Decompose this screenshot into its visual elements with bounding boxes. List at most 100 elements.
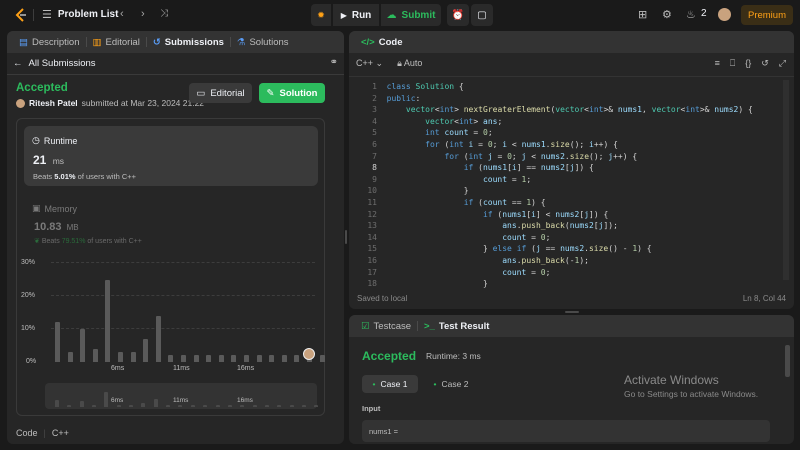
settings-gear-icon[interactable]: ⚙ bbox=[662, 8, 672, 21]
leetcode-logo-icon[interactable] bbox=[14, 8, 28, 22]
chart-bar[interactable] bbox=[67, 352, 73, 362]
all-submissions-link[interactable]: ← All Submissions bbox=[13, 58, 96, 69]
result-scrollbar[interactable] bbox=[785, 345, 790, 377]
author-avatar[interactable] bbox=[16, 98, 25, 108]
code-line[interactable]: 13 ans.push_back(nums2[j]); bbox=[349, 220, 794, 232]
chart-bar[interactable] bbox=[155, 315, 161, 362]
author-name[interactable]: Ritesh Patel bbox=[29, 98, 78, 108]
chart-bar[interactable] bbox=[256, 355, 262, 362]
code-line[interactable]: 10 } bbox=[349, 185, 794, 197]
chart-bar[interactable] bbox=[294, 355, 300, 362]
code-line[interactable]: 17 count = 0; bbox=[349, 267, 794, 279]
prev-problem-icon[interactable]: ‹ bbox=[120, 8, 124, 20]
tab-test-result[interactable]: >_ Test Result bbox=[420, 321, 493, 332]
problem-list-link[interactable]: ☰ Problem List bbox=[42, 8, 118, 21]
format-icon[interactable]: ≡ bbox=[715, 58, 720, 69]
code-line[interactable]: 5 int count = 0; bbox=[349, 127, 794, 139]
runtime-card[interactable]: ◷ Runtime 21 ms Beats 5.01% of users wit… bbox=[24, 126, 318, 186]
code-line[interactable]: 18 } bbox=[349, 278, 794, 290]
submit-button[interactable]: ☁ Submit bbox=[381, 4, 441, 26]
chart-bar[interactable] bbox=[206, 355, 212, 362]
chart-bar[interactable] bbox=[181, 355, 186, 362]
beats-suffix: of users with C++ bbox=[77, 172, 137, 181]
code-token: for bbox=[425, 139, 445, 149]
code-line[interactable]: 9 count = 1; bbox=[349, 174, 794, 186]
resize-handle[interactable] bbox=[345, 230, 347, 244]
code-token: = bbox=[507, 174, 522, 184]
code-line[interactable]: 2 public: bbox=[349, 93, 794, 105]
code-line[interactable]: 11 if (count == 1) { bbox=[349, 197, 794, 209]
layout-grid-icon[interactable]: ⊞ bbox=[638, 8, 647, 21]
chart-bar[interactable] bbox=[193, 355, 199, 362]
autocomplete-mode[interactable]: 🔒︎ Auto bbox=[397, 58, 422, 69]
chart-bar[interactable] bbox=[244, 355, 249, 362]
code-line[interactable]: 3 vector<int> nextGreaterElement(vector<… bbox=[349, 104, 794, 116]
tab-label: Solutions bbox=[249, 36, 289, 48]
code-token: int bbox=[449, 139, 469, 149]
memory-number: 10.83 bbox=[34, 221, 62, 233]
runtime-value: 21 ms bbox=[33, 153, 64, 167]
timer-button[interactable]: ⏰ bbox=[447, 4, 469, 26]
code-line[interactable]: 15 } else if (j == nums2.size() - 1) { bbox=[349, 243, 794, 255]
chart-bar[interactable] bbox=[55, 322, 60, 362]
chart-bar[interactable] bbox=[319, 355, 325, 362]
braces-icon[interactable]: {} bbox=[745, 58, 751, 69]
code-line[interactable]: 1 class Solution { bbox=[349, 81, 794, 93]
code-line[interactable]: 12 if (nums1[i] < nums2[j]) { bbox=[349, 209, 794, 221]
tab-description[interactable]: ▤ Description bbox=[15, 37, 84, 48]
code-line[interactable]: 6 for (int i = 0; i < nums1.size(); i++)… bbox=[349, 139, 794, 151]
tab-editorial[interactable]: ▥ Editorial bbox=[89, 37, 144, 48]
tab-testcase[interactable]: ☑ Testcase bbox=[357, 321, 415, 332]
code-token: int bbox=[685, 105, 700, 115]
tab-code[interactable]: </> Code bbox=[357, 37, 407, 48]
editorial-button[interactable]: ▭ Editorial bbox=[189, 83, 252, 103]
case-1-tab[interactable]: • Case 1 bbox=[362, 375, 418, 393]
code-language-row: Code | C++ bbox=[16, 428, 69, 438]
memory-header[interactable]: ▣ Memory bbox=[32, 203, 77, 214]
streak-flame-icon[interactable]: ♨ bbox=[686, 8, 696, 21]
code-token: () - bbox=[608, 244, 633, 254]
fullscreen-icon[interactable]: ⤢ bbox=[779, 58, 786, 69]
chart-bar[interactable] bbox=[80, 329, 86, 362]
code-line[interactable]: 16 ans.push_back(-1); bbox=[349, 255, 794, 267]
chart-bar[interactable] bbox=[269, 355, 275, 362]
mini-chart-bar bbox=[116, 405, 121, 407]
chart-bar[interactable] bbox=[231, 355, 237, 362]
run-button[interactable]: ▶ Run bbox=[333, 4, 379, 26]
shuffle-icon[interactable]: ⤨ bbox=[160, 8, 168, 19]
chart-bar[interactable] bbox=[130, 352, 136, 362]
code-scrollbar[interactable] bbox=[783, 80, 789, 280]
code-body[interactable]: 1 class Solution {2 public: 3 vector<int>… bbox=[349, 77, 794, 288]
tab-submissions[interactable]: ↺ Submissions bbox=[149, 37, 228, 48]
tab-solutions[interactable]: ⚗ Solutions bbox=[233, 37, 293, 48]
code-line[interactable]: 4 vector<int> ans; bbox=[349, 116, 794, 128]
chart-bar[interactable] bbox=[105, 279, 111, 362]
code-line[interactable]: 14 count = 0; bbox=[349, 232, 794, 244]
reset-icon[interactable]: ↺ bbox=[761, 58, 769, 69]
your-submission-avatar[interactable] bbox=[303, 348, 315, 360]
avatar[interactable] bbox=[718, 8, 731, 21]
chart-bar[interactable] bbox=[218, 355, 224, 362]
line-number: 4 bbox=[372, 116, 377, 126]
code-token: ] == bbox=[516, 163, 541, 173]
chart-bar[interactable] bbox=[143, 338, 149, 362]
code-line[interactable]: 8 if (nums1[i] == nums2[j]) { bbox=[349, 162, 794, 174]
resize-handle[interactable] bbox=[565, 311, 579, 313]
next-problem-icon[interactable]: › bbox=[141, 8, 145, 20]
code-token: Solution bbox=[415, 82, 459, 91]
language-select[interactable]: C++ ⌄ bbox=[356, 58, 383, 69]
notes-button[interactable]: ▢ bbox=[471, 4, 493, 26]
chart-bar[interactable] bbox=[118, 352, 123, 362]
chart-bar[interactable] bbox=[281, 355, 287, 362]
case-2-tab[interactable]: • Case 2 bbox=[423, 375, 479, 393]
link-icon[interactable]: ⚭ bbox=[330, 57, 338, 68]
premium-button[interactable]: Premium bbox=[741, 5, 793, 25]
code-token: ] < bbox=[536, 209, 556, 219]
range-selector[interactable]: 6ms 11ms 16ms bbox=[45, 383, 319, 409]
code-line[interactable]: 7 for (int j = 0; j < nums2.size(); j++)… bbox=[349, 151, 794, 163]
chart-bar[interactable] bbox=[92, 348, 98, 362]
chart-bar[interactable] bbox=[168, 355, 174, 362]
debug-button[interactable]: ✹ bbox=[311, 4, 331, 26]
bookmark-icon[interactable]: ⎕ bbox=[730, 58, 735, 69]
solution-button[interactable]: ✎ Solution bbox=[259, 83, 325, 103]
